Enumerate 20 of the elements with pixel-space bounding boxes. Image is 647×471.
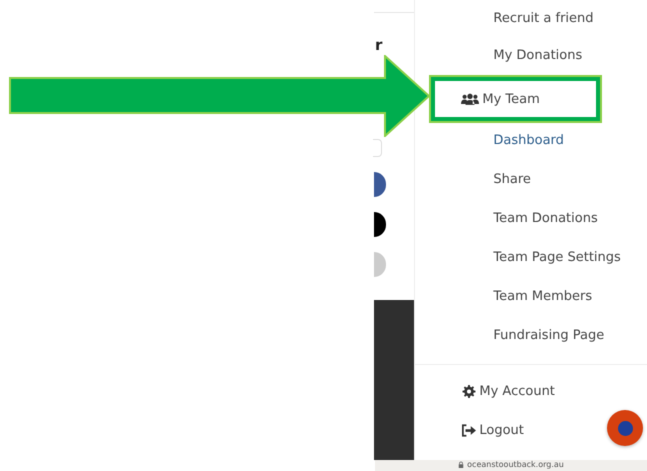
input-field[interactable] — [373, 139, 382, 157]
settings-icon — [462, 385, 476, 398]
menu-item[interactable]: Team Members — [415, 277, 647, 316]
menu-item[interactable]: Team Page Settings — [415, 238, 647, 277]
menu-item[interactable]: My Team — [431, 77, 600, 121]
share-icon[interactable] — [374, 212, 386, 237]
url-text: oceanstooutback.org.au — [467, 460, 564, 470]
lock-icon — [458, 461, 464, 469]
menu-item[interactable]: Dashboard — [415, 121, 647, 160]
menu-item[interactable]: Share — [415, 160, 647, 199]
share-icon[interactable] — [374, 172, 386, 197]
users-icon — [461, 92, 480, 106]
menu-item[interactable]: Logout — [415, 411, 647, 450]
heading-fragment: r — [374, 35, 382, 55]
menu-item[interactable]: Recruit a friend — [415, 0, 647, 36]
menu-item[interactable]: Team Donations — [415, 199, 647, 238]
logout-icon — [462, 424, 476, 437]
menu-item[interactable]: My Account — [415, 372, 647, 411]
menu-item[interactable]: Fundraising Page — [415, 316, 647, 355]
menu-item[interactable]: My Donations — [415, 36, 647, 75]
